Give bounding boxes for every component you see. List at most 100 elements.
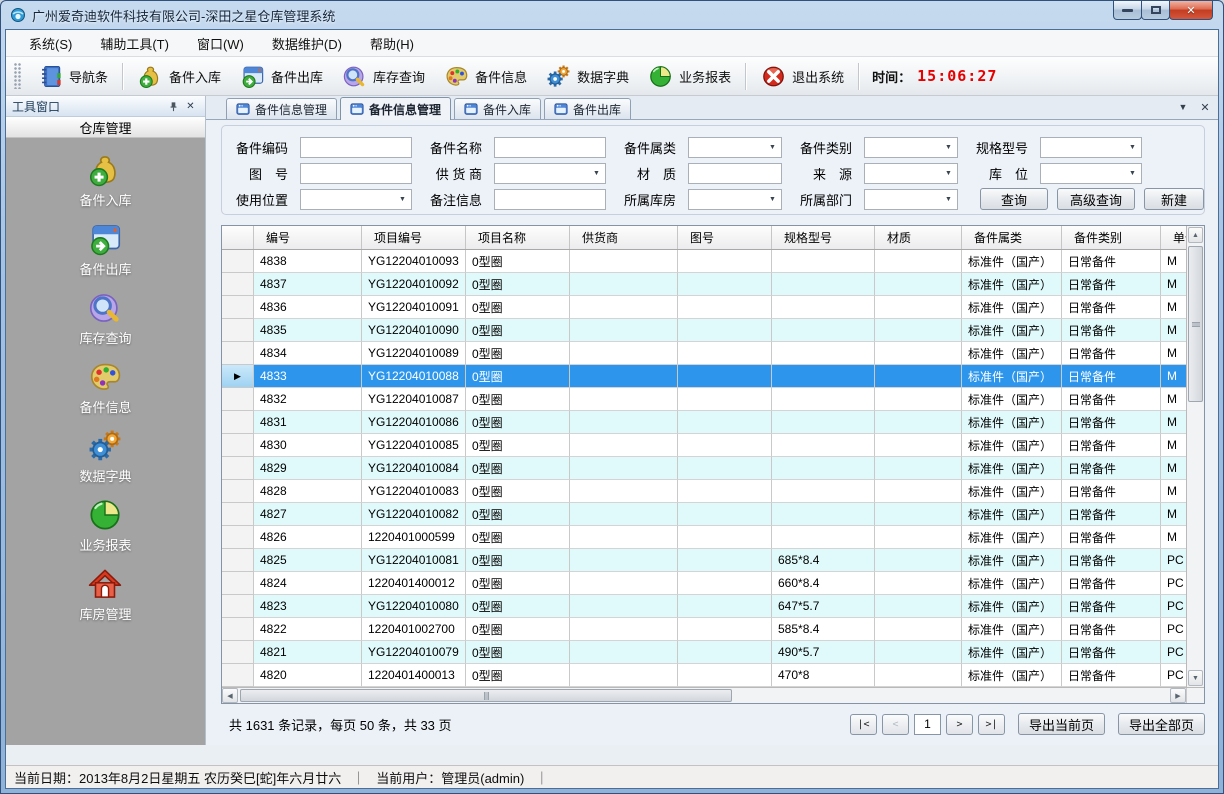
pin-button[interactable]	[165, 99, 182, 114]
prev-page-button[interactable]: <	[882, 714, 909, 735]
toolbar-button-数据字典[interactable]: 数据字典	[536, 59, 638, 94]
search-select[interactable]: ▼	[1040, 137, 1142, 158]
sidebar-item-备件出库[interactable]: 备件出库	[79, 220, 131, 278]
menu-item[interactable]: 辅助工具(T)	[89, 31, 180, 56]
vertical-scroll-thumb[interactable]	[1188, 246, 1203, 402]
toolbar-grip[interactable]	[14, 63, 21, 89]
column-header-编号[interactable]: 编号	[254, 226, 362, 249]
close-button[interactable]: ✕	[1169, 1, 1213, 20]
sidebar-item-数据字典[interactable]: 数据字典	[79, 427, 131, 485]
sidebar-item-库房管理[interactable]: 库房管理	[79, 565, 131, 623]
toolbar-button-备件出库[interactable]: 备件出库	[230, 59, 332, 94]
toolbar-button-导航条[interactable]: 导航条	[28, 59, 117, 94]
table-row[interactable]: 4821YG122040100790型圈490*5.7标准件（国产）日常备件PC	[222, 641, 1186, 664]
horizontal-scroll-track[interactable]	[238, 688, 1170, 703]
table-row[interactable]: 4838YG122040100930型圈标准件（国产）日常备件M	[222, 250, 1186, 273]
search-select[interactable]: ▼	[494, 163, 606, 184]
cell: 标准件（国产）	[962, 595, 1062, 618]
next-page-button[interactable]: >	[946, 714, 973, 735]
sidebar-item-库存查询[interactable]: 库存查询	[79, 289, 131, 347]
vertical-scrollbar[interactable]: ▲ ▼	[1186, 226, 1204, 687]
search-select[interactable]: ▼	[864, 189, 958, 210]
table-row[interactable]: 482012204014000130型圈470*8标准件（国产）日常备件PC	[222, 664, 1186, 687]
toolbar-button-备件信息[interactable]: 备件信息	[434, 59, 536, 94]
table-row[interactable]: 4832YG122040100870型圈标准件（国产）日常备件M	[222, 388, 1186, 411]
column-header-备件类别[interactable]: 备件类别	[1062, 226, 1161, 249]
search-input[interactable]	[494, 189, 606, 210]
search-input[interactable]	[688, 163, 782, 184]
tab-备件信息管理[interactable]: 备件信息管理	[226, 98, 337, 119]
tab-备件信息管理[interactable]: 备件信息管理	[340, 97, 451, 120]
table-row[interactable]: 4835YG122040100900型圈标准件（国产）日常备件M	[222, 319, 1186, 342]
export-current-page-button[interactable]: 导出当前页	[1018, 713, 1105, 735]
table-row[interactable]: 482612204010005990型圈标准件（国产）日常备件M	[222, 526, 1186, 549]
table-row[interactable]: 4827YG122040100820型圈标准件（国产）日常备件M	[222, 503, 1186, 526]
chevron-down-icon: ▼	[589, 165, 604, 182]
cell	[678, 549, 772, 572]
search-select[interactable]: ▼	[1040, 163, 1142, 184]
sidebar-item-业务报表[interactable]: 业务报表	[79, 496, 131, 554]
last-page-button[interactable]: >|	[978, 714, 1005, 735]
toolbar-button-备件入库[interactable]: 备件入库	[128, 59, 230, 94]
horizontal-scroll-thumb[interactable]	[240, 689, 732, 702]
column-header-供货商[interactable]: 供货商	[570, 226, 678, 249]
column-header-单位[interactable]: 单位	[1161, 226, 1186, 249]
scroll-left-button[interactable]: ◀	[222, 688, 238, 703]
cell: YG12204010092	[362, 273, 466, 296]
toolbar-button-业务报表[interactable]: 业务报表	[638, 59, 740, 94]
column-header-图号[interactable]: 图号	[678, 226, 772, 249]
menu-item[interactable]: 帮助(H)	[359, 31, 425, 56]
table-row[interactable]: 4834YG122040100890型圈标准件（国产）日常备件M	[222, 342, 1186, 365]
search-select[interactable]: ▼	[864, 137, 958, 158]
sidebar-group-header[interactable]: 仓库管理	[6, 117, 205, 138]
search-select[interactable]: ▼	[300, 189, 412, 210]
table-row[interactable]: 4829YG122040100840型圈标准件（国产）日常备件M	[222, 457, 1186, 480]
sidebar-item-备件信息[interactable]: 备件信息	[79, 358, 131, 416]
maximize-button[interactable]	[1141, 1, 1170, 20]
scroll-down-button[interactable]: ▼	[1188, 670, 1203, 686]
menu-item[interactable]: 系统(S)	[18, 31, 83, 56]
search-select[interactable]: ▼	[688, 137, 782, 158]
table-row[interactable]: 4828YG122040100830型圈标准件（国产）日常备件M	[222, 480, 1186, 503]
table-row[interactable]: 482412204014000120型圈660*8.4标准件（国产）日常备件PC	[222, 572, 1186, 595]
table-row[interactable]: 4825YG122040100810型圈685*8.4标准件（国产）日常备件PC	[222, 549, 1186, 572]
tab-list-dropdown-button[interactable]: ▼	[1174, 99, 1192, 115]
table-row[interactable]: 482212204010027000型圈585*8.4标准件（国产）日常备件PC	[222, 618, 1186, 641]
search-input[interactable]	[494, 137, 606, 158]
table-row[interactable]: 4837YG122040100920型圈标准件（国产）日常备件M	[222, 273, 1186, 296]
scroll-right-button[interactable]: ▶	[1170, 688, 1186, 703]
menu-item[interactable]: 数据维护(D)	[261, 31, 353, 56]
advanced-query-button[interactable]: 高级查询	[1057, 188, 1135, 210]
tab-close-button[interactable]: ✕	[1196, 99, 1214, 115]
table-row[interactable]: 4823YG122040100800型圈647*5.7标准件（国产）日常备件PC	[222, 595, 1186, 618]
toolbar-button-退出系统[interactable]: 退出系统	[751, 59, 853, 94]
search-select[interactable]: ▼	[688, 189, 782, 210]
search-select[interactable]: ▼	[864, 163, 958, 184]
sidebar-close-button[interactable]: ✕	[182, 99, 199, 114]
toolbar-button-库存查询[interactable]: 库存查询	[332, 59, 434, 94]
page-number-input[interactable]: 1	[914, 714, 941, 735]
table-row[interactable]: 4836YG122040100910型圈标准件（国产）日常备件M	[222, 296, 1186, 319]
table-row[interactable]: ▶4833YG122040100880型圈标准件（国产）日常备件M	[222, 365, 1186, 388]
query-button[interactable]: 查询	[980, 188, 1048, 210]
tab-备件出库[interactable]: 备件出库	[544, 98, 631, 119]
table-row[interactable]: 4831YG122040100860型圈标准件（国产）日常备件M	[222, 411, 1186, 434]
scroll-up-button[interactable]: ▲	[1188, 227, 1203, 243]
menu-item[interactable]: 窗口(W)	[186, 31, 255, 56]
column-header-规格型号[interactable]: 规格型号	[772, 226, 875, 249]
new-button[interactable]: 新建	[1144, 188, 1204, 210]
cell: 日常备件	[1062, 549, 1161, 572]
column-header-备件属类[interactable]: 备件属类	[962, 226, 1062, 249]
tab-备件入库[interactable]: 备件入库	[454, 98, 541, 119]
search-input[interactable]	[300, 163, 412, 184]
column-header-项目编号[interactable]: 项目编号	[362, 226, 466, 249]
column-header-材质[interactable]: 材质	[875, 226, 962, 249]
column-header-项目名称[interactable]: 项目名称	[466, 226, 570, 249]
export-all-pages-button[interactable]: 导出全部页	[1118, 713, 1205, 735]
table-row[interactable]: 4830YG122040100850型圈标准件（国产）日常备件M	[222, 434, 1186, 457]
horizontal-scrollbar[interactable]: ◀ ▶	[222, 687, 1204, 703]
minimize-button[interactable]	[1113, 1, 1142, 20]
search-input[interactable]	[300, 137, 412, 158]
first-page-button[interactable]: |<	[850, 714, 877, 735]
sidebar-item-备件入库[interactable]: 备件入库	[79, 151, 131, 209]
